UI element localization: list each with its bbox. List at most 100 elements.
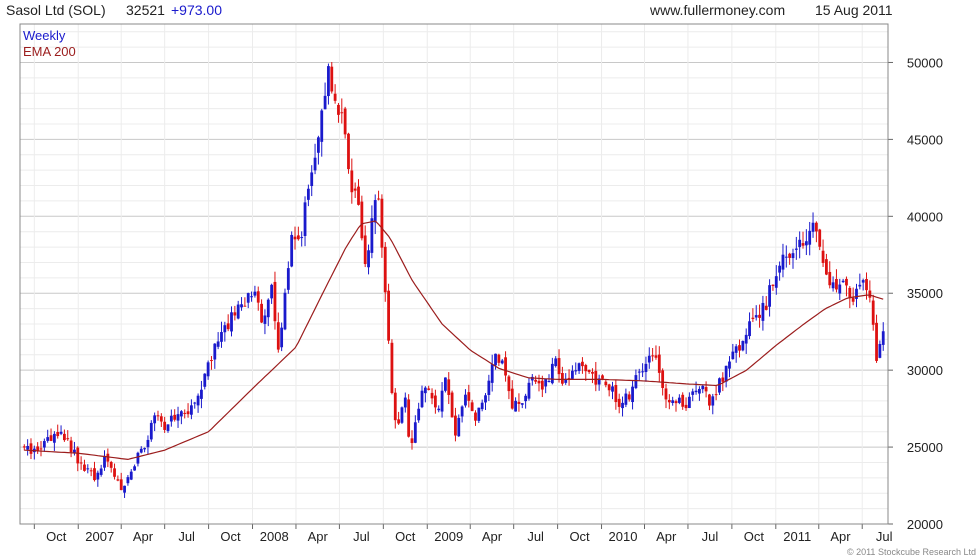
candle-body [340, 112, 344, 114]
x-tick-label: Jul [353, 529, 370, 544]
candle-body [841, 280, 845, 283]
candle-body [413, 422, 417, 443]
candle-body [260, 303, 263, 323]
legend-weekly: Weekly [23, 28, 66, 43]
x-tick-label: Apr [830, 529, 851, 544]
candle-body [250, 296, 253, 298]
candle-body [176, 414, 180, 421]
candle-body [821, 250, 825, 263]
candle-body [798, 239, 802, 248]
candle-body [654, 355, 658, 358]
y-tick-label: 30000 [907, 363, 943, 378]
candle-body [22, 446, 26, 448]
candle-body [754, 315, 758, 318]
candle-body [804, 241, 808, 246]
candle-body [500, 360, 504, 364]
candle-body [220, 332, 223, 342]
y-tick-label: 25000 [907, 440, 943, 455]
candle-body [878, 343, 882, 358]
candle-body [427, 388, 431, 390]
candle-body [317, 137, 320, 153]
candle-body [794, 248, 798, 250]
candle-body [49, 435, 53, 441]
candle-body [617, 398, 621, 407]
x-tick-label: 2011 [783, 529, 811, 544]
candle-body [527, 382, 531, 399]
candle-body [581, 361, 584, 367]
candle-body [280, 327, 284, 348]
candle-body [607, 384, 611, 391]
candle-body [811, 222, 815, 232]
candle-body [236, 304, 240, 319]
candle-body [571, 370, 574, 379]
candle-body [855, 288, 858, 299]
candle-body [624, 393, 628, 405]
candle-body [410, 438, 414, 444]
x-tick-label: Oct [395, 529, 416, 544]
candle-body [831, 282, 835, 289]
candle-body [634, 375, 638, 389]
candle-body [407, 399, 411, 437]
y-tick-label: 35000 [907, 286, 943, 301]
candle-body [540, 380, 544, 390]
candle-body [42, 441, 46, 448]
candle-body [641, 371, 644, 373]
candle-body [433, 395, 437, 408]
candle-body [306, 188, 310, 200]
candle-body [99, 468, 103, 475]
candle-body [708, 394, 711, 406]
candle-body [644, 363, 648, 373]
candle-body [103, 455, 106, 468]
candle-body [748, 321, 751, 337]
candle-body [768, 285, 771, 307]
candle-body [56, 432, 60, 437]
candle-body [196, 395, 200, 406]
candle-body [784, 256, 788, 258]
candle-body [370, 218, 374, 253]
candle-body [771, 284, 775, 286]
candle-body [621, 402, 624, 409]
candle-body [256, 291, 260, 303]
candle-body [667, 399, 671, 403]
candle-body [460, 406, 464, 417]
y-axis: 20000 25000 30000 35000 40000 45000 50000 [888, 55, 943, 532]
x-tick-label: Jul [876, 529, 893, 544]
candle-body [437, 408, 441, 411]
candle-body [380, 198, 384, 248]
candle-body [383, 246, 387, 293]
candle-body [273, 281, 277, 322]
candle-body [684, 404, 688, 409]
candle-body [246, 293, 250, 303]
candle-body [751, 317, 755, 319]
candle-body [300, 237, 304, 239]
candle-body [781, 254, 785, 270]
x-tick-label: Oct [569, 529, 590, 544]
candle-body [46, 437, 50, 441]
candle-body [146, 439, 150, 448]
x-tick-label: Oct [220, 529, 241, 544]
candle-body [233, 312, 237, 316]
candle-body [444, 377, 447, 391]
candle-body [76, 447, 80, 464]
candle-body [136, 452, 140, 464]
candle-body [206, 362, 210, 377]
candle-body [63, 433, 66, 441]
x-tick-label: 2008 [260, 529, 289, 544]
candle-body [360, 201, 364, 239]
candle-body [119, 479, 123, 491]
candle-body [728, 361, 731, 369]
candle-body [283, 292, 287, 330]
candle-body [724, 365, 728, 382]
candle-body [296, 235, 300, 240]
candle-body [373, 200, 377, 223]
x-tick-label: 2010 [609, 529, 638, 544]
candle-body [801, 243, 805, 246]
candle-body [253, 291, 257, 296]
candle-body [738, 345, 741, 351]
candle-body [143, 448, 147, 450]
y-tick-label: 20000 [907, 517, 943, 532]
candle-body [123, 485, 126, 493]
candle-body [731, 351, 735, 360]
x-tick-label: Jul [178, 529, 195, 544]
candle-body [865, 279, 868, 291]
